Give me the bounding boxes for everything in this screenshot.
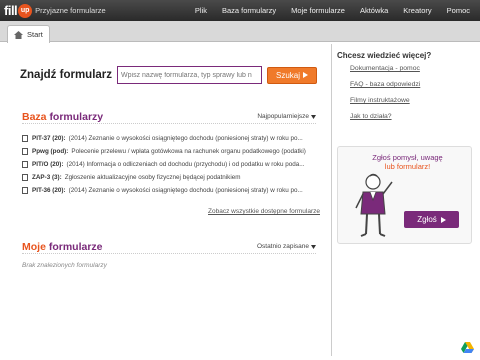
moje-header: Moje formularze Ostatnio zapisane — [22, 240, 316, 254]
person-illustration — [355, 173, 393, 237]
menu-baza-formularzy[interactable]: Baza formularzy — [222, 6, 276, 15]
document-icon — [22, 135, 28, 142]
top-bar: fill up Przyjazne formularze Plik Baza f… — [0, 0, 480, 21]
logo-badge: up — [18, 3, 33, 18]
link-jak-to-dziala[interactable]: Jak to działa? — [350, 113, 472, 120]
form-code: Ppwg (pod): — [32, 148, 69, 155]
moje-title-b: formularze — [48, 240, 103, 253]
menu-moje-formularze[interactable]: Moje formularze — [291, 6, 345, 15]
drive-icon[interactable] — [461, 341, 474, 354]
form-desc: (2014) Informacja o odliczeniach od doch… — [66, 161, 305, 168]
main-panel: Znajdź formularz Szukaj Baza formularzy … — [12, 46, 328, 356]
form-list-item[interactable]: PIT-36 (20): (2014) Zeznanie o wysokości … — [22, 184, 318, 197]
caret-down-icon — [311, 114, 316, 119]
side-links: Dokumentacja - pomoc FAQ - baza odpowied… — [337, 65, 472, 120]
tab-label: Start — [27, 30, 43, 39]
side-panel: Chcesz wiedzieć więcej? Dokumentacja - p… — [337, 46, 472, 244]
moje-title-a: Moje — [22, 240, 46, 253]
baza-title-b: formularzy — [49, 110, 104, 123]
main-menu: Plik Baza formularzy Moje formularze Akt… — [195, 0, 470, 21]
form-list-item[interactable]: ZAP-3 (3): Zgłoszenie aktualizacyjne osob… — [22, 171, 318, 184]
menu-kreatory[interactable]: Kreatory — [403, 6, 431, 15]
search-title: Znajdź formularz — [20, 69, 112, 81]
baza-list: PIT-37 (20): (2014) Zeznanie o wysokości … — [22, 132, 318, 197]
baza-title: Baza formularzy — [22, 111, 103, 123]
form-code: PIT/O (20): — [32, 161, 64, 168]
moje-sort-dropdown[interactable]: Ostatnio zapisane — [257, 243, 316, 250]
feedback-promo: Zgłoś pomysł, uwagę lub formularz! Zgłoś — [337, 146, 472, 244]
document-icon — [22, 148, 28, 155]
baza-sort-dropdown[interactable]: Najpopularniejsze — [257, 113, 316, 120]
app-logo[interactable]: fill up Przyjazne formularze — [4, 2, 106, 19]
moje-sort-label: Ostatnio zapisane — [256, 243, 309, 250]
report-button-label: Zgłoś — [417, 215, 437, 224]
menu-aktowka[interactable]: Aktówka — [360, 6, 388, 15]
document-icon — [22, 161, 28, 168]
document-icon — [22, 174, 28, 181]
promo-line-2: lub formularz! — [384, 162, 431, 171]
link-filmy[interactable]: Filmy instruktażowe — [350, 97, 472, 104]
form-code: ZAP-3 (3): — [32, 174, 62, 181]
form-list-item[interactable]: PIT/O (20): (2014) Informacja o odliczeni… — [22, 158, 318, 171]
tab-bar: Start — [0, 21, 480, 43]
promo-title: Zgłoś pomysł, uwagę lub formularz! — [345, 153, 470, 171]
caret-down-icon — [311, 244, 316, 249]
arrow-right-icon — [440, 216, 446, 223]
empty-message: Brak znalezionych formularzy — [22, 262, 107, 269]
tab-start[interactable]: Start — [7, 25, 50, 43]
search-button-label: Szukaj — [276, 70, 301, 80]
arrow-right-icon — [303, 72, 309, 78]
form-desc: Zgłoszenie aktualizacyjne osoby fizyczne… — [64, 174, 241, 181]
report-button[interactable]: Zgłoś — [404, 211, 459, 228]
search-title-suffix: formularz — [59, 69, 113, 81]
form-list-item[interactable]: PIT-37 (20): (2014) Zeznanie o wysokości … — [22, 132, 318, 145]
search-button[interactable]: Szukaj — [267, 66, 318, 84]
form-code: PIT-36 (20): — [32, 187, 66, 194]
search-title-prefix: Znajdź — [20, 69, 57, 81]
form-list-item[interactable]: Ppwg (pod): Polecenie przelewu / wpłata g… — [22, 145, 318, 158]
see-all-link[interactable]: Zobacz wszystkie dostępne formularze — [208, 208, 320, 215]
baza-header: Baza formularzy Najpopularniejsze — [22, 110, 316, 124]
menu-pomoc[interactable]: Pomoc — [447, 6, 470, 15]
side-title: Chcesz wiedzieć więcej? — [337, 51, 432, 60]
form-desc: (2014) Zeznanie o wysokości osiągniętego… — [68, 187, 303, 194]
search-input[interactable] — [117, 66, 263, 84]
form-desc: Polecenie przelewu / wpłata gotówkowa na… — [71, 148, 306, 155]
link-dokumentacja[interactable]: Dokumentacja - pomoc — [350, 65, 472, 72]
baza-title-a: Baza — [22, 110, 47, 123]
baza-sort-label: Najpopularniejsze — [257, 113, 309, 120]
document-icon — [22, 187, 28, 194]
link-faq[interactable]: FAQ - baza odpowiedzi — [350, 81, 472, 88]
logo-subtitle: Przyjazne formularze — [35, 6, 106, 15]
promo-line-1: Zgłoś pomysł, uwagę — [372, 153, 443, 162]
column-divider — [331, 44, 332, 356]
form-desc: (2014) Zeznanie o wysokości osiągniętego… — [68, 135, 303, 142]
menu-plik[interactable]: Plik — [195, 6, 207, 15]
moje-title: Moje formularze — [22, 241, 103, 253]
search-section: Znajdź formularz Szukaj — [20, 64, 318, 86]
form-code: PIT-37 (20): — [32, 135, 66, 142]
home-icon — [14, 30, 23, 39]
logo-text: fill — [4, 3, 18, 18]
